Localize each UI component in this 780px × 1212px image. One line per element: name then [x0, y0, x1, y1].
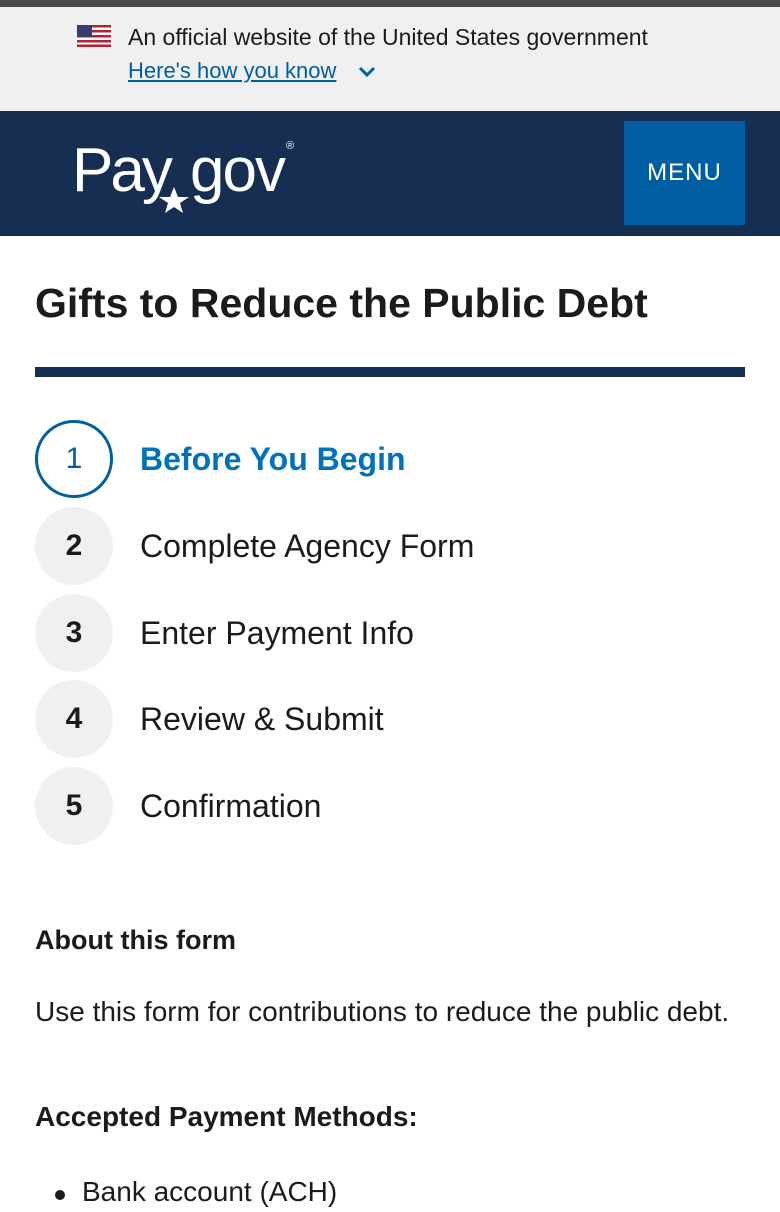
us-flag-icon: [77, 25, 111, 47]
step-number: 4: [35, 680, 113, 758]
heres-how-you-know-link[interactable]: Here's how you know: [128, 58, 336, 84]
step-complete-agency-form: 2 Complete Agency Form: [35, 507, 635, 585]
menu-button[interactable]: MENU: [624, 121, 745, 225]
svg-text:®: ®: [286, 140, 294, 152]
about-form-heading: About this form: [35, 925, 236, 955]
title-divider: [35, 367, 745, 377]
list-item: Bank account (ACH): [35, 1172, 337, 1212]
step-label: Complete Agency Form: [140, 528, 475, 564]
payment-methods-heading: Accepted Payment Methods:: [35, 1101, 418, 1132]
paygov-logo[interactable]: Pay gov ®: [72, 129, 312, 221]
about-form-text: Use this form for contributions to reduc…: [35, 996, 730, 1027]
step-number: 5: [35, 767, 113, 845]
payment-methods-list: Bank account (ACH): [35, 1172, 337, 1212]
step-before-you-begin: 1 Before You Begin: [35, 420, 635, 498]
step-label: Confirmation: [140, 788, 322, 824]
site-header: Pay gov ® MENU: [0, 111, 780, 236]
page-title: Gifts to Reduce the Public Debt: [35, 280, 648, 326]
step-label: Enter Payment Info: [140, 615, 414, 651]
step-confirmation: 5 Confirmation: [35, 767, 635, 845]
status-strip: [0, 0, 780, 7]
step-number: 2: [35, 507, 113, 585]
svg-text:gov: gov: [190, 136, 286, 205]
step-review-submit: 4 Review & Submit: [35, 680, 635, 758]
chevron-down-icon[interactable]: [357, 65, 377, 79]
step-number: 3: [35, 594, 113, 672]
step-number: 1: [35, 420, 113, 498]
step-label: Review & Submit: [140, 701, 384, 737]
official-website-text: An official website of the United States…: [128, 24, 648, 50]
step-label: Before You Begin: [140, 441, 406, 477]
svg-text:Pay: Pay: [72, 136, 173, 205]
official-gov-banner: An official website of the United States…: [0, 7, 780, 111]
step-enter-payment-info: 3 Enter Payment Info: [35, 594, 635, 672]
